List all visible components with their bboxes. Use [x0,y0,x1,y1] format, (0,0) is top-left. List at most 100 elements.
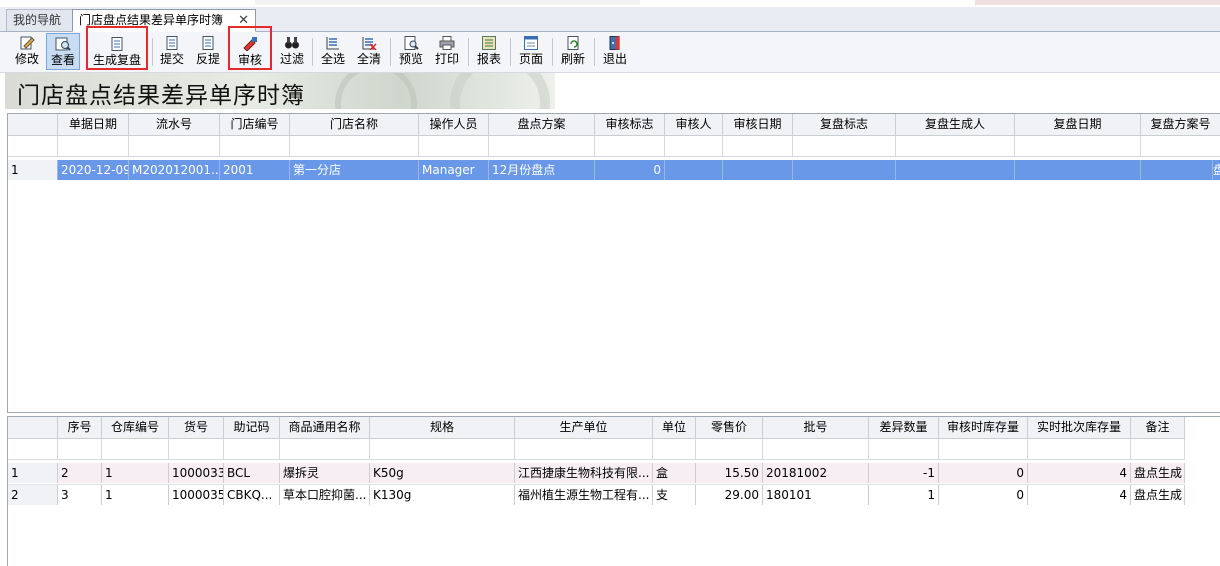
table-cell[interactable]: K130g [370,485,515,505]
filter-cell[interactable] [280,439,370,459]
table-cell[interactable]: 2020-12-09 [58,160,129,180]
column-header[interactable]: 备注 [1131,417,1185,438]
submit-button[interactable]: 提交 [156,33,188,70]
filter-cell[interactable] [129,136,220,156]
table-cell[interactable]: 江西捷康生物科技有限... [515,463,653,483]
table-cell[interactable]: 支 [653,485,696,505]
filter-cell[interactable] [793,136,896,156]
table-cell[interactable]: M202012001... [129,160,220,180]
column-header[interactable]: 生产单位 [515,417,653,438]
column-header[interactable]: 门店名称 [290,114,419,135]
edit-button[interactable]: 修改 [10,33,44,70]
column-header[interactable]: 实时批次库存量 [1028,417,1131,438]
filter-cell[interactable] [1015,136,1141,156]
filter-cell[interactable] [1131,439,1185,459]
column-header[interactable]: 批号 [763,417,869,438]
filter-cell[interactable] [224,439,280,459]
column-header[interactable]: 助记码 [224,417,280,438]
exit-button[interactable]: 退出 [598,33,632,70]
table-cell[interactable]: K50g [370,463,515,483]
table-cell[interactable] [665,160,723,180]
detail-grid[interactable]: 序号 仓库编号 货号 助记码 商品通用名称 规格 生产单位 单位 零售价 批号 … [7,416,1220,566]
filter-cell[interactable] [169,439,224,459]
filter-cell[interactable] [653,439,696,459]
table-cell[interactable]: 爆拆灵 [280,463,370,483]
table-cell[interactable]: 2 [58,463,102,483]
column-header[interactable]: 审核日期 [723,114,793,135]
filter-cell[interactable] [515,439,653,459]
filter-cell[interactable] [1028,439,1131,459]
column-header[interactable]: 差异数量 [869,417,939,438]
table-cell[interactable] [793,160,896,180]
master-grid[interactable]: 单据日期 流水号 门店编号 门店名称 操作人员 盘点方案 审核标志 审核人 审核… [7,113,1220,413]
filter-row[interactable] [8,136,1220,157]
column-header[interactable]: 序号 [58,417,102,438]
tab-my-navigation[interactable]: 我的导航 [6,9,78,31]
filter-cell[interactable] [290,136,419,156]
audit-button[interactable]: 审核 [228,26,272,70]
filter-row[interactable] [8,439,1185,460]
table-cell[interactable]: 180101 [763,485,869,505]
table-cell[interactable]: Manager [419,160,489,180]
table-cell[interactable]: 12月份盘点 [489,160,595,180]
table-cell[interactable]: 盘点生成 [1131,463,1185,483]
table-cell[interactable]: 4 [1028,485,1131,505]
table-cell[interactable] [1141,160,1213,180]
filter-cell[interactable] [595,136,665,156]
table-cell[interactable]: 1 [102,463,169,483]
table-cell[interactable] [896,160,1015,180]
table-cell[interactable]: 29.00 [696,485,763,505]
column-header[interactable]: 商品通用名称 [280,417,370,438]
print-button[interactable]: 打印 [430,33,464,70]
filter-cell[interactable] [370,439,515,459]
table-cell[interactable] [1015,160,1141,180]
filter-cell[interactable] [896,136,1015,156]
table-cell[interactable]: 0 [939,485,1028,505]
generate-recount-button[interactable]: 生成复盘 [86,26,148,70]
table-row[interactable]: 2 3 1 1000035 CBKQ... 草本口腔抑菌... K130g 福州… [8,484,1185,505]
column-header[interactable]: 货号 [169,417,224,438]
filter-button[interactable]: 过滤 [276,33,308,70]
column-header[interactable]: 单位 [653,417,696,438]
refresh-button[interactable]: 刷新 [556,33,590,70]
view-button[interactable]: 查看 [46,33,80,70]
column-header[interactable]: 复盘方案号 [1141,114,1220,135]
filter-cell[interactable] [869,439,939,459]
table-cell[interactable]: 1000035 [169,485,224,505]
table-cell[interactable]: 1 [869,485,939,505]
column-header[interactable]: 复盘日期 [1015,114,1141,135]
column-header[interactable]: 流水号 [129,114,220,135]
preview-button[interactable]: 预览 [394,33,428,70]
table-cell[interactable]: 1000033 [169,463,224,483]
filter-cell[interactable] [723,136,793,156]
column-header[interactable]: 门店编号 [220,114,290,135]
table-cell[interactable]: 15.50 [696,463,763,483]
table-cell[interactable]: 20181002 [763,463,869,483]
table-cell[interactable]: 福州植生源生物工程有... [515,485,653,505]
table-row[interactable]: 1 2020-12-09 M202012001... 2001 第一分店 Man… [8,160,1220,180]
column-header[interactable]: 审核人 [665,114,723,135]
clear-all-button[interactable]: 全清 [352,33,386,70]
page-button[interactable]: 页面 [514,33,548,70]
table-cell[interactable]: 草本口腔抑菌... [280,485,370,505]
table-cell[interactable] [723,160,793,180]
unsubmit-button[interactable]: 反提 [192,33,224,70]
column-header[interactable]: 仓库编号 [102,417,169,438]
column-header[interactable]: 复盘标志 [793,114,896,135]
filter-cell[interactable] [1141,136,1220,156]
table-cell[interactable]: 0 [939,463,1028,483]
filter-cell[interactable] [419,136,489,156]
table-cell[interactable]: 盘点生成 [1131,485,1185,505]
report-button[interactable]: 报表 [472,33,506,70]
table-cell[interactable]: 1 [102,485,169,505]
column-header[interactable]: 操作人员 [419,114,489,135]
select-all-button[interactable]: 全选 [316,33,350,70]
filter-cell[interactable] [939,439,1028,459]
table-cell[interactable]: 盒 [653,463,696,483]
table-cell[interactable]: 4 [1028,463,1131,483]
column-header[interactable]: 规格 [370,417,515,438]
table-row[interactable]: 1 2 1 1000033 BCL 爆拆灵 K50g 江西捷康生物科技有限...… [8,463,1185,483]
column-header[interactable]: 盘点方案 [489,114,595,135]
table-cell[interactable]: 3 [58,485,102,505]
column-header[interactable]: 单据日期 [58,114,129,135]
